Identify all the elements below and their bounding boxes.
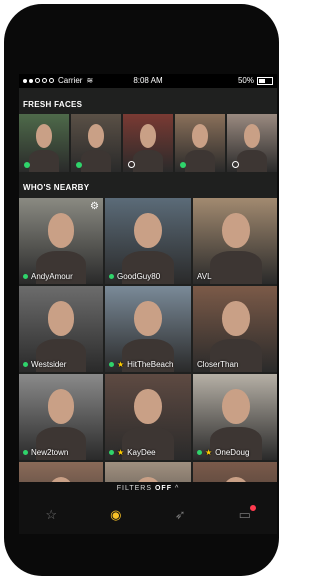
profile-tile[interactable]: Westsider: [19, 286, 103, 372]
profile-tile[interactable]: ★ KayDee: [105, 374, 191, 460]
rocket-icon: ➶: [174, 507, 186, 522]
fresh-face-thumbnail[interactable]: [175, 114, 225, 172]
profile-name: AndyAmour: [31, 272, 73, 281]
battery-icon: [257, 76, 273, 85]
online-status-icon: [23, 274, 28, 279]
offline-status-icon: [128, 161, 135, 168]
phone-frame: Carrier ≋ 8:08 AM 50% FRESH FACES WHO'S …: [4, 4, 279, 576]
online-status-icon: [180, 162, 186, 168]
tab-star[interactable]: ☆: [36, 505, 66, 525]
profile-tile[interactable]: ★ HitTheBeach: [105, 286, 191, 372]
profile-tile[interactable]: ★ OneDoug: [193, 374, 277, 460]
photo-face: [88, 124, 104, 148]
photo-face: [244, 124, 260, 148]
notification-badge: [249, 505, 256, 511]
filters-toggle[interactable]: FILTERS OFF ^: [19, 485, 277, 492]
favorite-star-icon: ★: [205, 448, 213, 457]
fresh-face-thumbnail[interactable]: [71, 114, 121, 172]
bottom-panel: FILTERS OFF ^ ☆ ◉ ➶ ▭: [19, 482, 277, 534]
profile-name: GoodGuy80: [117, 272, 161, 281]
photo-face: [222, 389, 250, 424]
filters-state: OFF: [154, 485, 172, 492]
online-status-icon: [109, 362, 114, 367]
profile-label: CloserThan: [197, 360, 238, 369]
tab-rocket[interactable]: ➶: [165, 505, 195, 525]
photo-body: [81, 149, 111, 172]
photo-face: [140, 124, 156, 148]
photo-face: [47, 301, 75, 336]
photo-body: [133, 149, 163, 172]
photo-face: [134, 389, 162, 424]
online-status-icon: [23, 450, 28, 455]
profile-label: ★ KayDee: [109, 448, 156, 457]
photo-body: [237, 149, 267, 172]
fresh-faces-title: FRESH FACES: [23, 100, 83, 109]
profile-label: New2town: [23, 448, 68, 457]
profile-name: KayDee: [127, 448, 156, 457]
photo-face: [47, 389, 75, 424]
profile-label: GoodGuy80: [109, 272, 160, 281]
online-status-icon: [24, 162, 30, 168]
photo-face: [134, 301, 162, 336]
photo-body: [29, 149, 59, 172]
photo-body: [185, 149, 215, 172]
grindr-mask-icon: ◉: [110, 507, 122, 522]
offline-status-icon: [232, 161, 239, 168]
star-icon: ☆: [45, 507, 58, 522]
app-screen: Carrier ≋ 8:08 AM 50% FRESH FACES WHO'S …: [19, 74, 277, 534]
profile-name: OneDoug: [215, 448, 250, 457]
profile-tile[interactable]: ⚙ AndyAmour: [19, 198, 103, 284]
profile-label: AndyAmour: [23, 272, 73, 281]
photo-face: [36, 124, 52, 148]
profile-name: Westsider: [31, 360, 67, 369]
online-status-icon: [109, 274, 114, 279]
online-status-icon: [76, 162, 82, 168]
online-status-icon: [197, 450, 202, 455]
whos-nearby-title: WHO'S NEARBY: [23, 183, 90, 192]
profile-label: ★ OneDoug: [197, 448, 249, 457]
chat-icon: ▭: [238, 507, 251, 522]
tab-grindr-mask[interactable]: ◉: [101, 505, 131, 525]
photo-face: [222, 301, 250, 336]
fresh-faces-row[interactable]: [19, 114, 277, 172]
tab-bar: ☆ ◉ ➶ ▭: [19, 502, 277, 528]
profile-label: Westsider: [23, 360, 66, 369]
favorite-star-icon: ★: [117, 360, 125, 369]
profile-name: HitTheBeach: [127, 360, 174, 369]
profile-name: New2town: [31, 448, 69, 457]
profile-tile[interactable]: CloserThan: [193, 286, 277, 372]
online-status-icon: [23, 362, 28, 367]
online-status-icon: [109, 450, 114, 455]
profile-label: ★ HitTheBeach: [109, 360, 173, 369]
gear-icon[interactable]: ⚙: [90, 201, 99, 212]
favorite-star-icon: ★: [117, 448, 125, 457]
profile-name: CloserThan: [197, 360, 239, 369]
photo-face: [222, 213, 250, 248]
photo-face: [134, 213, 162, 248]
chevron-up-icon: ^: [174, 485, 180, 492]
filters-label: FILTERS: [116, 485, 153, 492]
fresh-face-thumbnail[interactable]: [123, 114, 173, 172]
photo-face: [47, 213, 75, 248]
photo-face: [192, 124, 208, 148]
profile-name: AVL: [197, 272, 212, 281]
fresh-face-thumbnail[interactable]: [19, 114, 69, 172]
profile-label: AVL: [197, 272, 212, 281]
tab-chat[interactable]: ▭: [230, 505, 260, 525]
photo-body: [210, 251, 262, 284]
status-bar: Carrier ≋ 8:08 AM 50%: [19, 74, 277, 88]
fresh-face-thumbnail[interactable]: [227, 114, 277, 172]
profile-tile[interactable]: GoodGuy80: [105, 198, 191, 284]
profile-tile[interactable]: New2town: [19, 374, 103, 460]
battery-percent: 50%: [237, 76, 254, 85]
profile-tile[interactable]: AVL: [193, 198, 277, 284]
